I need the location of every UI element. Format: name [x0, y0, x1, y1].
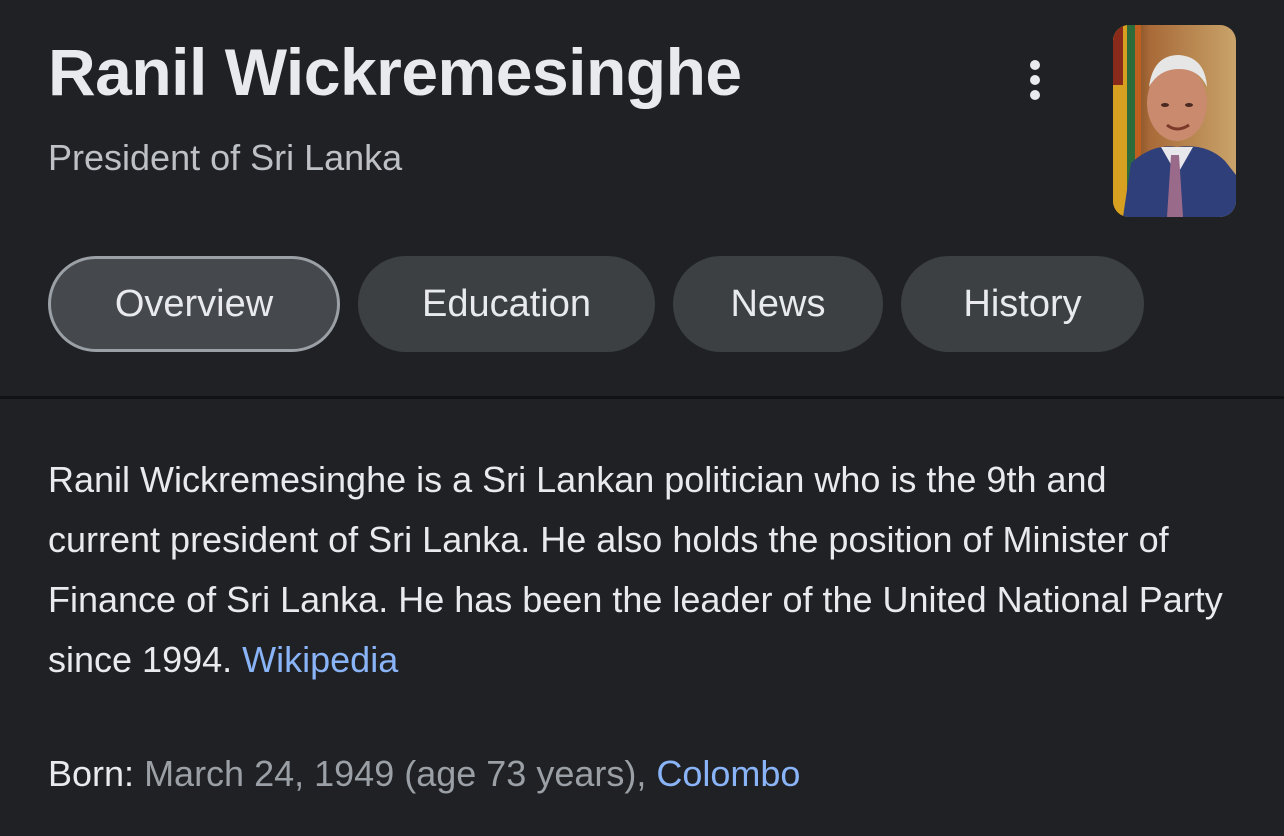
tab-overview[interactable]: Overview — [48, 256, 340, 352]
portrait-image — [1113, 25, 1236, 217]
wikipedia-link[interactable]: Wikipedia — [242, 639, 398, 680]
entity-photo[interactable] — [1113, 25, 1236, 217]
more-options-button[interactable] — [1010, 50, 1060, 110]
description-text: Ranil Wickremesinghe is a Sri Lankan pol… — [48, 459, 1223, 680]
entity-subtitle: President of Sri Lanka — [48, 137, 403, 178]
entity-title: Ranil Wickremesinghe — [48, 35, 742, 109]
tab-education[interactable]: Education — [358, 256, 655, 352]
born-fact: Born: March 24, 1949 (age 73 years), Col… — [48, 744, 800, 804]
section-divider — [0, 396, 1284, 399]
born-label: Born: — [48, 753, 135, 794]
more-vert-icon — [1030, 60, 1040, 100]
tab-news[interactable]: News — [673, 256, 883, 352]
born-value: March 24, 1949 (age 73 years), — [144, 753, 647, 794]
description-block: Ranil Wickremesinghe is a Sri Lankan pol… — [48, 450, 1228, 690]
tab-history[interactable]: History — [901, 256, 1144, 352]
colombo-link[interactable]: Colombo — [656, 753, 800, 794]
